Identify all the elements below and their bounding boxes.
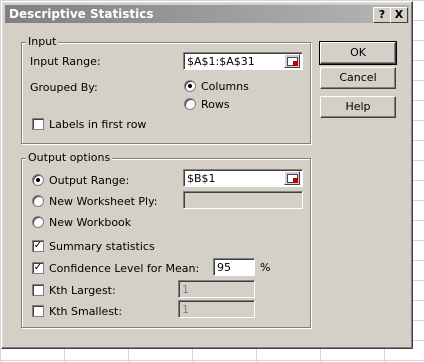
rows-label[interactable]: Rows	[201, 98, 230, 111]
summary-statistics-label[interactable]: Summary statistics	[49, 240, 155, 253]
kth-largest-value: 1	[182, 283, 189, 296]
new-worksheet-label[interactable]: New Worksheet Ply:	[49, 195, 158, 208]
input-range-field[interactable]: $A$1:$A$31	[183, 52, 303, 70]
input-range-collapse-icon[interactable]	[284, 54, 300, 68]
columns-radio[interactable]	[184, 80, 196, 92]
confidence-level-checkbox[interactable]: ✓	[32, 262, 44, 274]
labels-first-row-label[interactable]: Labels in first row	[49, 118, 146, 131]
input-range-label: Input Range:	[30, 55, 101, 68]
close-button[interactable]: X	[390, 7, 408, 23]
output-range-collapse-icon[interactable]	[284, 171, 300, 185]
descriptive-statistics-dialog: Descriptive Statistics ? X Input Input R…	[1, 1, 413, 349]
confidence-level-label[interactable]: Confidence Level for Mean:	[49, 262, 199, 275]
title-bar[interactable]: Descriptive Statistics ? X	[5, 5, 409, 23]
kth-smallest-checkbox[interactable]	[32, 305, 44, 317]
kth-largest-field[interactable]: 1	[178, 280, 255, 298]
confidence-level-value: 95	[217, 261, 231, 274]
kth-largest-checkbox[interactable]	[32, 284, 44, 296]
output-range-field[interactable]: $B$1	[183, 169, 303, 187]
input-range-value: $A$1:$A$31	[187, 55, 255, 68]
new-worksheet-field[interactable]	[183, 191, 303, 209]
output-options-label: Output options	[26, 151, 113, 164]
input-group-label: Input	[26, 35, 59, 48]
help-button[interactable]: Help	[320, 96, 396, 118]
kth-smallest-value: 1	[182, 303, 189, 316]
columns-label[interactable]: Columns	[201, 80, 249, 93]
rows-radio[interactable]	[184, 98, 196, 110]
output-range-value: $B$1	[187, 172, 216, 185]
summary-statistics-checkbox[interactable]: ✓	[32, 240, 44, 252]
new-worksheet-radio[interactable]	[32, 195, 44, 207]
output-range-label[interactable]: Output Range:	[49, 174, 129, 187]
kth-largest-label[interactable]: Kth Largest:	[49, 284, 116, 297]
labels-first-row-checkbox[interactable]	[32, 118, 44, 130]
dialog-title: Descriptive Statistics	[9, 7, 154, 21]
new-workbook-label[interactable]: New Workbook	[49, 216, 131, 229]
confidence-level-field[interactable]: 95	[213, 258, 255, 276]
help-title-button[interactable]: ?	[373, 7, 391, 23]
kth-smallest-field[interactable]: 1	[178, 300, 255, 318]
cancel-button[interactable]: Cancel	[320, 67, 396, 89]
output-range-radio[interactable]	[32, 174, 44, 186]
percent-label: %	[260, 261, 271, 274]
ok-button[interactable]: OK	[319, 41, 397, 65]
grouped-by-label: Grouped By:	[30, 81, 98, 94]
new-workbook-radio[interactable]	[32, 216, 44, 228]
kth-smallest-label[interactable]: Kth Smallest:	[49, 305, 122, 318]
